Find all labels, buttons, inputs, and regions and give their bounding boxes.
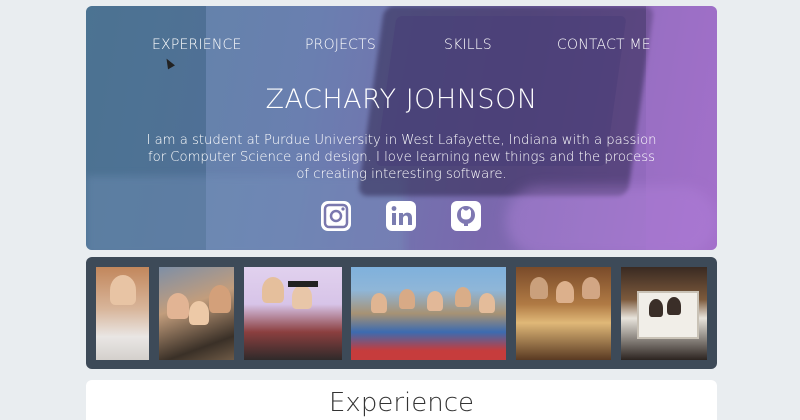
experience-section: Experience: [86, 380, 717, 420]
gallery-photo[interactable]: [159, 267, 234, 360]
linkedin-icon[interactable]: [384, 199, 418, 233]
gallery-photo[interactable]: [351, 267, 506, 360]
hero-name: ZACHARY JOHNSON: [265, 84, 538, 115]
hero-bio: I am a student at Purdue University in W…: [146, 133, 657, 182]
photo-gallery: [86, 257, 717, 369]
nav-experience[interactable]: EXPERIENCE: [152, 37, 242, 53]
top-nav: EXPERIENCE PROJECTS SKILLS CONTACT ME: [86, 37, 717, 57]
instagram-icon[interactable]: [319, 199, 353, 233]
gallery-photo[interactable]: [516, 267, 611, 360]
gallery-photo[interactable]: [621, 267, 707, 360]
social-links: [86, 199, 717, 233]
gallery-photo[interactable]: [244, 267, 342, 360]
hero-banner: EXPERIENCE PROJECTS SKILLS CONTACT ME ZA…: [86, 6, 717, 250]
gallery-photo[interactable]: [96, 267, 149, 360]
nav-contact-me[interactable]: CONTACT ME: [557, 37, 651, 53]
github-icon[interactable]: [449, 199, 483, 233]
nav-projects[interactable]: PROJECTS: [305, 37, 376, 53]
nav-skills[interactable]: SKILLS: [444, 37, 492, 53]
experience-section-title: Experience: [329, 388, 474, 418]
